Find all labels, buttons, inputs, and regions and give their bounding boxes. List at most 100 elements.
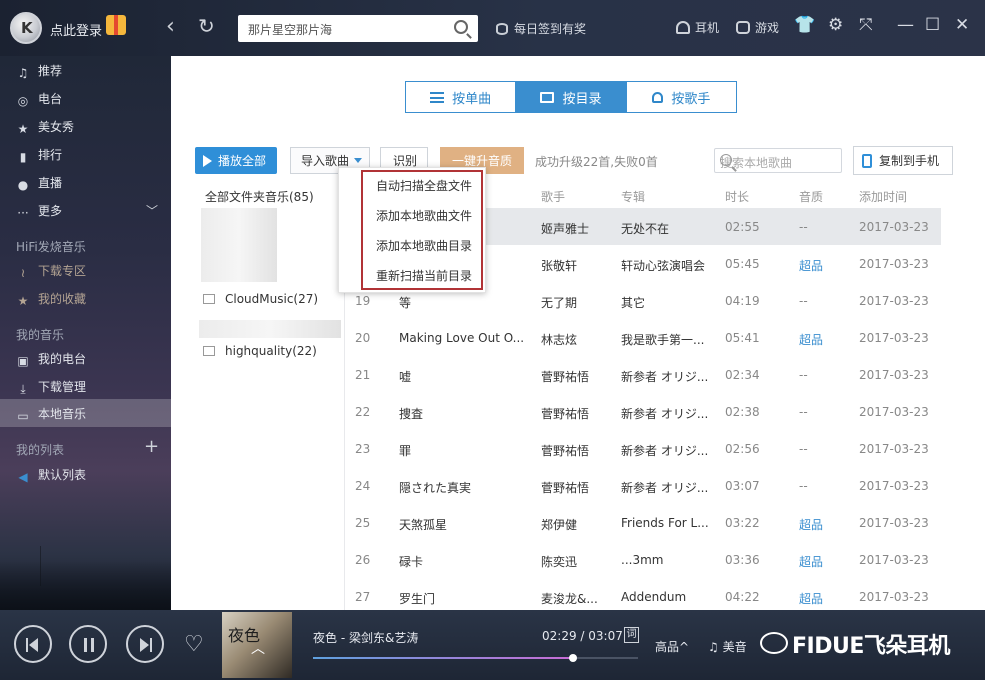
table-row[interactable]: 20 Making Love Out O... 林志炫 我是歌手第一... 05:41 超… [345,319,941,356]
search-input[interactable]: 那片星空那片海 [248,21,332,38]
table-row[interactable]: 22 捜査 菅野祐悟 新参者 オリジ... 02:38 -- 2017-03-23 [345,393,941,430]
cell-artist: 菅野祐悟 [541,407,590,421]
table-row[interactable]: 25 天煞孤星 郑伊健 Friends For L... 03:22 超品 2017-03-… [345,504,941,541]
cell-num: 25 [355,516,371,530]
sidebar-item-download-manager[interactable]: ⤓ 下载管理 [16,378,86,398]
cell-added: 2017-03-23 [859,331,929,345]
sidebar-item-charts[interactable]: ▮ 排行 [16,146,62,166]
cell-duration: 02:56 [725,442,760,456]
tab-by-artist[interactable]: 按歌手 [627,82,736,112]
cell-added: 2017-03-23 [859,294,929,308]
play-all-button[interactable]: 播放全部 [195,147,277,174]
menu-item-scan-all[interactable]: 自动扫描全盘文件 [376,177,472,194]
cell-duration: 02:34 [725,368,760,382]
tab-by-folder[interactable]: 按目录 [516,82,627,112]
folder-item-highquality[interactable]: highquality(22) [203,344,317,358]
folder-all-music[interactable]: 全部文件夹音乐(85) [205,188,314,205]
table-row[interactable]: 23 罪 菅野祐悟 新参者 オリジ... 02:56 -- 2017-03-23 [345,430,941,467]
cell-album: 我是歌手第一... [621,333,705,347]
cell-album: Addendum [621,590,687,604]
daily-signin-link[interactable]: 每日签到有奖 [496,20,586,37]
column-header-quality[interactable]: 音质 [799,188,823,205]
local-search-input[interactable]: 搜索本地歌曲 [714,148,842,173]
menu-item-add-files[interactable]: 添加本地歌曲文件 [376,207,472,224]
lyrics-button[interactable]: 词 [624,627,639,643]
sidebar-item-label: 更多 [38,204,63,218]
column-header-duration[interactable]: 时长 [725,188,749,205]
app-logo[interactable] [10,12,42,44]
sidebar-item-more[interactable]: ··· 更多 [16,202,62,222]
pause-button[interactable] [69,625,107,663]
progress-bar[interactable] [313,654,638,662]
next-track-button[interactable] [126,625,164,663]
sidebar-item-my-favorites[interactable]: ★ 我的收藏 [16,290,86,310]
menu-item-add-folder[interactable]: 添加本地歌曲目录 [376,237,472,254]
gift-icon[interactable] [106,15,126,35]
minimize-icon[interactable]: — [897,15,914,35]
login-link[interactable]: 点此登录 [50,20,102,39]
column-header-added[interactable]: 添加时间 [859,188,907,205]
search-icon[interactable] [720,154,732,166]
sidebar-item-local-music[interactable]: ▭ 本地音乐 [0,399,171,427]
tab-by-song[interactable]: 按单曲 [406,82,517,112]
blurred-folder-name [199,320,341,338]
search-icon[interactable] [454,20,468,34]
previous-track-button[interactable] [14,625,52,663]
cell-title: 碌卡 [399,555,424,569]
quality-selector[interactable]: 高品^ [655,638,689,655]
more-dots-icon: ··· [17,206,29,220]
sidebar-item-label: 下载管理 [38,380,87,394]
folder-icon [203,294,215,304]
cell-added: 2017-03-23 [859,590,929,604]
cell-duration: 02:38 [725,405,760,419]
cell-artist: 菅野祐悟 [541,370,590,384]
sidebar-item-label: 推荐 [38,64,63,78]
sound-effect-button[interactable]: ♫ 美音 [708,638,747,655]
heart-icon[interactable]: ♡ [184,632,204,657]
sidebar-item-download-zone[interactable]: ≀ 下载专区 [16,262,86,282]
cell-artist: 陈奕迅 [541,555,578,569]
copy-to-phone-button[interactable]: 复制到手机 [853,146,953,175]
table-row[interactable]: 26 碌卡 陈奕迅 ...3mm 03:36 超品 2017-03-23 [345,541,941,578]
sidebar-item-recommend[interactable]: ♫ 推荐 [16,62,62,82]
mini-mode-icon[interactable]: ⤧ [859,15,873,35]
skin-shirt-icon[interactable]: 👕 [794,15,815,35]
table-row[interactable]: 24 隠された真実 菅野祐悟 新参者 オリジ... 03:07 -- 2017-03-23 [345,467,941,504]
sidebar-item-my-radio[interactable]: ▣ 我的电台 [16,350,86,370]
progress-knob[interactable] [569,654,577,662]
coin-icon [496,23,508,35]
chevron-down-icon[interactable]: ﹀ [146,202,158,219]
game-link[interactable]: 游戏 [736,19,779,36]
column-header-artist[interactable]: 歌手 [541,188,565,205]
main-panel: 按单曲 按目录 按歌手 播放全部 导入歌曲 识别 一键升音质 成功升级22首,失… [171,56,985,610]
cell-title: 罪 [399,444,412,458]
sidebar-item-default-list[interactable]: ◀ 默认列表 [16,466,86,486]
search-box[interactable]: 那片星空那片海 [238,15,478,42]
headphone-label: 耳机 [695,21,720,35]
headphone-link[interactable]: 耳机 [676,19,719,36]
cell-album: 新参者 オリジ... [621,407,709,421]
folder-item-cloudmusic[interactable]: CloudMusic(27) [203,292,318,306]
tab-label: 按歌手 [671,91,711,107]
refresh-icon[interactable]: ↻ [198,14,215,38]
maximize-icon[interactable]: ☐ [925,15,940,35]
column-header-album[interactable]: 专辑 [621,188,645,205]
sidebar-item-live[interactable]: ● 直播 [16,174,62,194]
title-bar: 点此登录 ‹ ↻ 那片星空那片海 每日签到有奖 耳机 游戏 👕 ⚙ ⤧ — ☐ … [0,0,985,56]
settings-gear-icon[interactable]: ⚙ [828,15,843,35]
sidebar-item-radio[interactable]: ◎ 电台 [16,90,62,110]
add-playlist-icon[interactable]: + [144,436,159,457]
back-icon[interactable]: ‹ [166,14,175,39]
cell-album: 新参者 オリジ... [621,444,709,458]
cell-added: 2017-03-23 [859,553,929,567]
copy-to-phone-label: 复制到手机 [879,154,940,168]
table-row[interactable]: 21 嘘 菅野祐悟 新参者 オリジ... 02:34 -- 2017-03-23 [345,356,941,393]
close-icon[interactable]: ✕ [955,15,969,35]
expand-arrow-icon[interactable]: ︿ [251,638,265,658]
cell-duration: 04:22 [725,590,760,604]
view-mode-tabs: 按单曲 按目录 按歌手 [405,81,737,113]
menu-item-rescan-current[interactable]: 重新扫描当前目录 [376,267,472,284]
tab-label: 按目录 [562,91,602,107]
cell-num: 24 [355,479,371,493]
sidebar-item-beauty-show[interactable]: ★ 美女秀 [16,118,74,138]
